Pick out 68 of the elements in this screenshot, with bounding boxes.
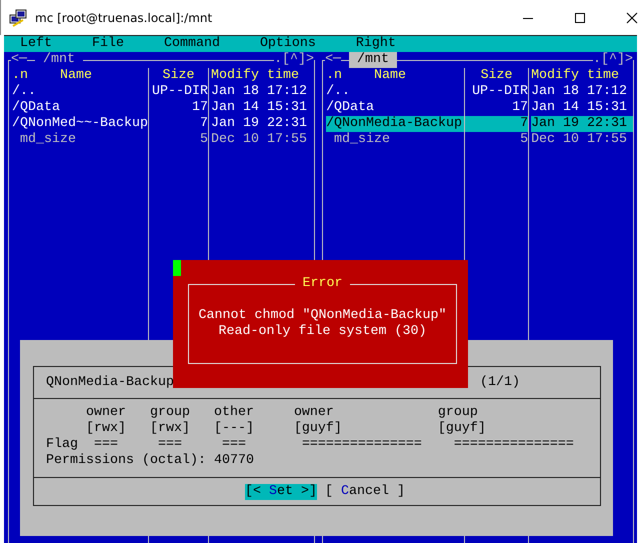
permission-value[interactable]: [---] xyxy=(214,421,254,437)
permission-value[interactable]: [rwx] xyxy=(150,421,190,437)
file-name[interactable]: /QData xyxy=(326,100,464,116)
modify-time: Jan 18 17:12 xyxy=(531,84,628,100)
octal-permissions: Permissions (octal): 40770 xyxy=(46,453,254,469)
terminal-app-icon xyxy=(9,8,27,26)
column-header[interactable]: Size xyxy=(162,68,194,84)
menu-item[interactable]: Command xyxy=(164,36,220,52)
error-message: Read-only file system (30) xyxy=(218,324,426,340)
permission-header: group xyxy=(438,405,478,421)
permission-value[interactable]: [guyf] xyxy=(438,421,486,437)
menu-item[interactable]: File xyxy=(92,36,124,52)
panel-nav-button[interactable]: .[^]> xyxy=(274,52,314,68)
panel-nav-button[interactable]: .[^]> xyxy=(593,52,633,68)
permission-header: owner xyxy=(86,405,126,421)
flag-label: Flag xyxy=(46,437,78,453)
flag-marker: =============== xyxy=(454,437,574,453)
column-header[interactable]: Modify time xyxy=(531,68,620,84)
column-header[interactable]: Name xyxy=(374,68,406,84)
file-size: 7 xyxy=(199,116,208,132)
file-size: 5 xyxy=(199,132,208,148)
permission-header: owner xyxy=(294,405,334,421)
file-name[interactable]: /.. xyxy=(12,84,148,100)
flag-marker: === xyxy=(222,437,246,453)
permission-value[interactable]: [rwx] xyxy=(86,421,126,437)
error-message: Cannot chmod "QNonMedia-Backup" xyxy=(198,308,446,324)
menu-item[interactable]: Left xyxy=(20,36,52,52)
file-name: QNonMedia-Backup xyxy=(46,374,174,390)
text-cursor xyxy=(173,260,181,276)
file-size: UP--DIR xyxy=(471,84,528,100)
window-title: mc [root@truenas.local]:/mnt xyxy=(35,10,212,24)
file-name[interactable]: /QNonMed~~-Backup xyxy=(12,116,148,132)
flag-marker: =============== xyxy=(302,437,422,453)
file-counter: (1/1) xyxy=(480,374,520,390)
modify-time: Jan 14 15:31 xyxy=(211,100,308,116)
menu-item[interactable]: Right xyxy=(356,36,396,52)
maximize-icon[interactable] xyxy=(574,12,586,24)
column-header[interactable]: Size xyxy=(480,68,513,84)
file-size: 17 xyxy=(191,100,208,116)
modify-time: Jan 14 15:31 xyxy=(531,100,628,116)
panel-path: /mnt xyxy=(349,52,398,68)
file-size: 5 xyxy=(519,132,528,148)
modify-time: Jan 18 17:12 xyxy=(211,84,308,100)
flag-marker: === xyxy=(94,437,118,453)
file-size: 7 xyxy=(465,116,528,132)
file-size: 17 xyxy=(511,100,528,116)
menu-item[interactable]: Options xyxy=(260,36,316,52)
close-icon[interactable] xyxy=(626,12,638,24)
sort-indicator[interactable]: .n xyxy=(326,68,342,84)
permission-header: other xyxy=(214,405,254,421)
file-name[interactable]: /QNonMedia-Backup xyxy=(326,116,464,132)
column-header[interactable]: Modify time xyxy=(211,68,299,84)
file-size: UP--DIR xyxy=(151,84,208,100)
modify-time: Dec 10 17:55 xyxy=(531,132,628,148)
file-name[interactable]: /QData xyxy=(12,100,148,116)
file-name[interactable]: /.. xyxy=(326,84,464,100)
modify-time: Dec 10 17:55 xyxy=(211,132,308,148)
column-header[interactable]: Name xyxy=(60,68,92,84)
dialog-button[interactable]: [ Cancel ] xyxy=(324,484,405,500)
modify-time: Jan 19 22:31 xyxy=(531,116,633,132)
file-name[interactable]: md_size xyxy=(326,132,464,148)
dialog-button[interactable]: [< Set >] xyxy=(245,484,317,500)
sort-indicator[interactable]: .n xyxy=(12,68,28,84)
flag-marker: === xyxy=(158,437,182,453)
permission-value[interactable]: [guyf] xyxy=(294,421,342,437)
file-name[interactable]: md_size xyxy=(12,132,148,148)
permission-header: group xyxy=(150,405,190,421)
modify-time: Jan 19 22:31 xyxy=(211,116,308,132)
